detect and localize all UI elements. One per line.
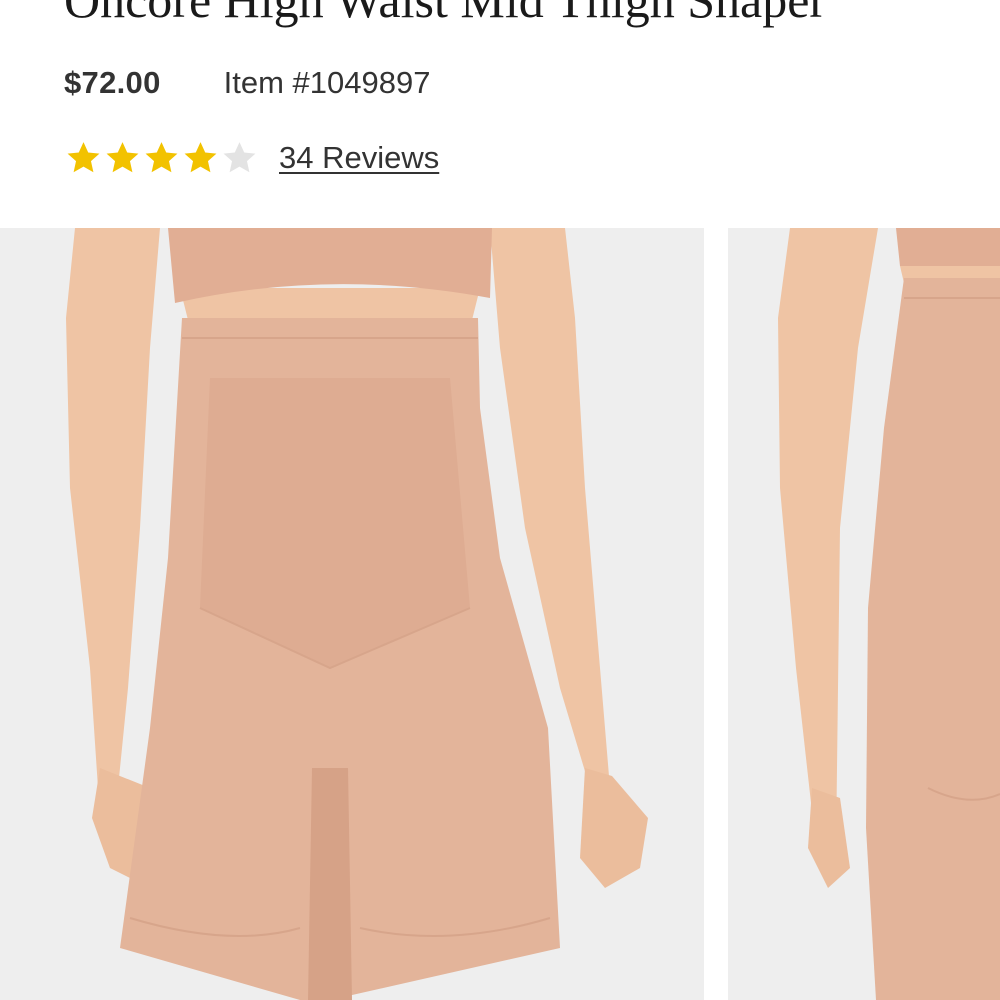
product-photo-back-image	[778, 228, 1000, 1000]
price-row: $72.00 Item #1049897	[64, 62, 430, 104]
star-filled-icon	[67, 142, 100, 173]
product-photo-back[interactable]	[728, 228, 1000, 1000]
star-filled-icon	[145, 142, 178, 173]
product-title: Oncore High Waist Mid Thigh Shaper	[64, 0, 827, 28]
item-number: Item #1049897	[223, 65, 431, 100]
product-photo-front[interactable]	[0, 228, 704, 1000]
rating-row: 34 Reviews	[64, 136, 439, 180]
reviews-link[interactable]: 34 Reviews	[279, 140, 439, 176]
star-rating	[64, 138, 259, 178]
star-filled-icon	[184, 142, 217, 173]
star-empty-icon	[223, 142, 256, 173]
star-filled-icon	[106, 142, 139, 173]
product-image-gallery[interactable]	[0, 228, 1000, 1000]
product-photo-front-image	[66, 228, 648, 1000]
product-price: $72.00	[64, 65, 161, 100]
